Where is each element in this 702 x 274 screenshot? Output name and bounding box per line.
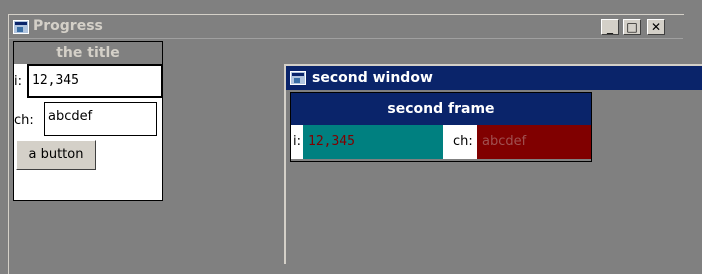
minimize-button[interactable]: _ xyxy=(601,19,619,35)
ch-entry[interactable]: abcdef xyxy=(477,125,591,159)
window-title: Progress xyxy=(33,18,103,34)
window-title: second window xyxy=(312,70,433,86)
ch-label: ch: xyxy=(453,134,473,149)
second-window: second window second frame i: 12,345 ch:… xyxy=(284,64,702,264)
app-window-icon xyxy=(290,71,306,85)
frame-title: the title xyxy=(14,42,162,64)
close-button[interactable]: ✕ xyxy=(647,19,665,35)
second-frame: second frame i: 12,345 ch: abcdef xyxy=(290,92,592,162)
progress-window-titlebar[interactable]: Progress _ □ ✕ xyxy=(9,15,683,39)
maximize-button[interactable]: □ xyxy=(623,19,641,35)
a-button[interactable]: a button xyxy=(16,140,96,170)
i-label: i: xyxy=(293,134,301,149)
frame-title: second frame xyxy=(291,93,591,125)
second-window-titlebar[interactable]: second window xyxy=(286,66,702,90)
i-entry[interactable]: 12,345 xyxy=(303,125,443,159)
i-label: i: xyxy=(14,74,22,89)
i-entry[interactable]: 12,345 xyxy=(27,64,163,98)
title-frame: the title i: 12,345 ch: abcdef a button xyxy=(13,41,163,201)
ch-entry[interactable]: abcdef xyxy=(44,102,157,136)
app-window-icon xyxy=(13,20,29,34)
ch-label: ch: xyxy=(14,113,34,128)
fields-row: i: 12,345 ch: abcdef xyxy=(291,125,591,159)
